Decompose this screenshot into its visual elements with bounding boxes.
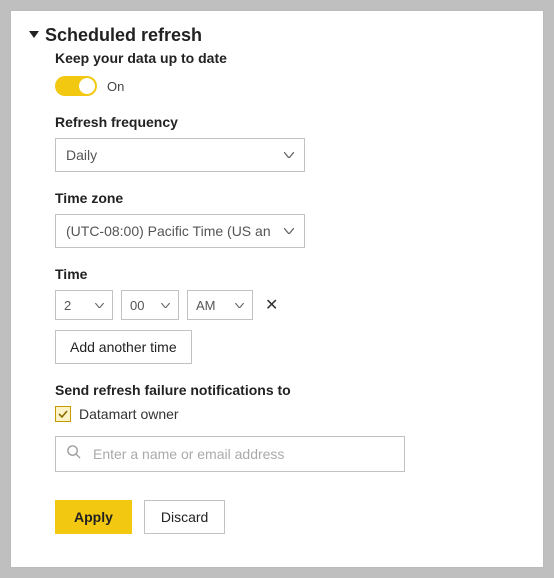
collapse-caret-icon xyxy=(29,31,39,38)
frequency-label: Refresh frequency xyxy=(55,114,525,130)
apply-button[interactable]: Apply xyxy=(55,500,132,534)
time-label: Time xyxy=(55,266,525,282)
apply-label: Apply xyxy=(74,509,113,525)
ampm-select[interactable]: AM xyxy=(187,290,253,320)
hour-value: 2 xyxy=(64,298,71,313)
ampm-value: AM xyxy=(196,298,216,313)
frequency-value: Daily xyxy=(66,147,97,163)
timezone-value: (UTC-08:00) Pacific Time (US an xyxy=(66,223,271,239)
keep-data-toggle[interactable] xyxy=(55,76,97,96)
notify-owner-label: Datamart owner xyxy=(79,406,179,422)
discard-button[interactable]: Discard xyxy=(144,500,225,534)
timezone-select[interactable]: (UTC-08:00) Pacific Time (US an xyxy=(55,214,305,248)
keep-data-label: Keep your data up to date xyxy=(55,50,525,66)
chevron-down-icon xyxy=(234,300,244,310)
notify-label: Send refresh failure notifications to xyxy=(55,382,525,398)
toggle-state-label: On xyxy=(107,79,124,94)
section-header[interactable]: Scheduled refresh xyxy=(29,25,525,46)
search-icon xyxy=(66,444,81,464)
chevron-down-icon xyxy=(94,300,104,310)
remove-time-button[interactable]: ✕ xyxy=(261,295,282,315)
chevron-down-icon xyxy=(284,150,294,160)
add-time-button[interactable]: Add another time xyxy=(55,330,192,364)
section-title: Scheduled refresh xyxy=(45,25,202,46)
action-row: Apply Discard xyxy=(55,500,525,534)
discard-label: Discard xyxy=(161,509,208,525)
hour-select[interactable]: 2 xyxy=(55,290,113,320)
chevron-down-icon xyxy=(160,300,170,310)
scheduled-refresh-panel: Scheduled refresh Keep your data up to d… xyxy=(10,10,544,568)
frequency-select[interactable]: Daily xyxy=(55,138,305,172)
minute-value: 00 xyxy=(130,298,144,313)
toggle-knob xyxy=(79,78,95,94)
add-time-label: Add another time xyxy=(70,339,177,355)
notify-owner-checkbox[interactable] xyxy=(55,406,71,422)
time-row: 2 00 AM ✕ xyxy=(55,290,525,320)
notify-search-input[interactable] xyxy=(91,445,394,463)
notify-search-field[interactable] xyxy=(55,436,405,472)
minute-select[interactable]: 00 xyxy=(121,290,179,320)
chevron-down-icon xyxy=(284,226,294,236)
timezone-label: Time zone xyxy=(55,190,525,206)
